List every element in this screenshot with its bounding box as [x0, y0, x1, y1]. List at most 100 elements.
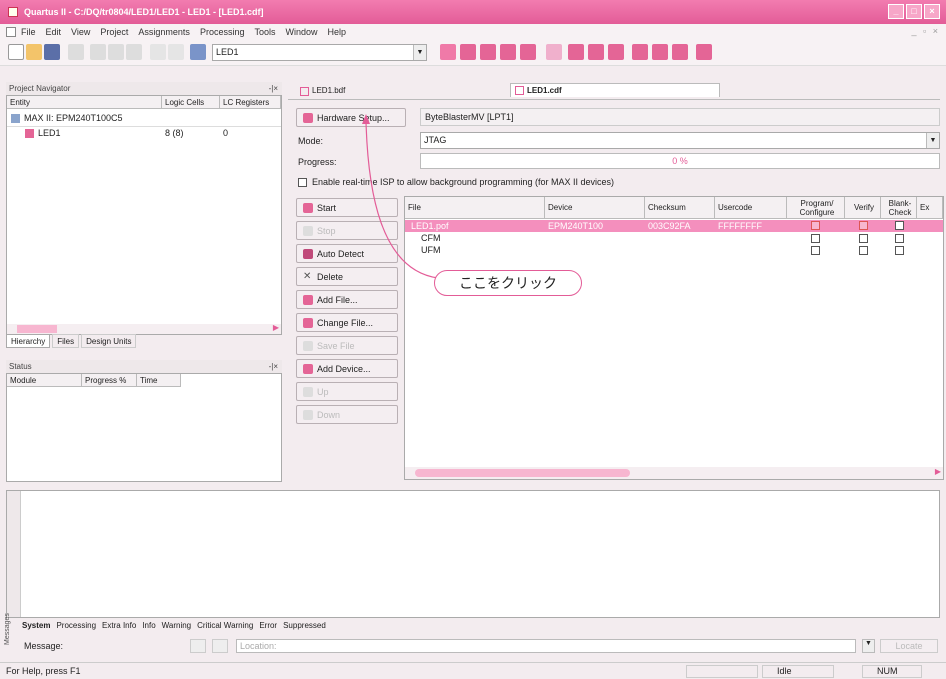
open-icon[interactable] — [26, 44, 42, 60]
tab-warning[interactable]: Warning — [162, 621, 192, 630]
chip-editor-icon[interactable] — [672, 44, 688, 60]
table-row[interactable]: CFM — [405, 233, 943, 244]
menu-tools[interactable]: Tools — [254, 27, 275, 37]
program-checkbox[interactable] — [811, 221, 820, 230]
help-icon[interactable] — [696, 44, 712, 60]
stop-icon[interactable] — [546, 44, 562, 60]
down-button[interactable]: Down — [296, 405, 398, 424]
tab-suppressed[interactable]: Suppressed — [283, 621, 326, 630]
report-icon[interactable] — [632, 44, 648, 60]
maximize-button[interactable]: □ — [906, 4, 922, 19]
ufm-program-checkbox[interactable] — [811, 246, 820, 255]
tab-info[interactable]: Info — [142, 621, 155, 630]
add-file-button[interactable]: Add File... — [296, 290, 398, 309]
menu-help[interactable]: Help — [328, 27, 347, 37]
location-dropdown-icon[interactable]: ▼ — [862, 639, 875, 653]
locate-button[interactable]: Locate — [880, 639, 938, 653]
ufm-blank-checkbox[interactable] — [895, 246, 904, 255]
tab-error[interactable]: Error — [259, 621, 277, 630]
up-button[interactable]: Up — [296, 382, 398, 401]
col-program-configure[interactable]: Program/ Configure — [787, 197, 845, 219]
col-entity[interactable]: Entity — [7, 96, 162, 109]
tab-system[interactable]: System — [22, 621, 50, 630]
redo-icon[interactable] — [168, 44, 184, 60]
next-message-icon[interactable] — [212, 639, 228, 653]
menu-window[interactable]: Window — [285, 27, 317, 37]
status-idle: Idle — [762, 665, 834, 678]
mdi-controls[interactable]: _ ▫ × — [912, 26, 940, 36]
col-time[interactable]: Time — [137, 374, 181, 387]
isp-checkbox[interactable] — [298, 177, 307, 187]
tab-led1-bdf[interactable]: LED1.bdf — [296, 84, 349, 98]
simulator-icon[interactable] — [608, 44, 624, 60]
rtl-viewer-icon[interactable] — [588, 44, 604, 60]
auto-detect-icon — [303, 248, 313, 259]
mode-select[interactable]: JTAG ▼ — [420, 132, 940, 149]
new-icon[interactable] — [8, 44, 24, 60]
nav-hscroll[interactable]: ▶ — [7, 323, 281, 334]
pointer-icon[interactable] — [190, 44, 206, 60]
tab-design-units[interactable]: Design Units — [81, 334, 137, 348]
add-device-button[interactable]: Add Device... — [296, 359, 398, 378]
cfm-verify-checkbox[interactable] — [859, 234, 868, 243]
save-icon[interactable] — [44, 44, 60, 60]
tab-led1-cdf[interactable]: LED1.cdf — [510, 83, 720, 97]
copy-icon[interactable] — [108, 44, 124, 60]
settings-icon[interactable] — [440, 44, 456, 60]
cut-icon[interactable] — [90, 44, 106, 60]
device-name[interactable]: MAX II: EPM240T100C5 — [24, 113, 123, 123]
tab-hierarchy[interactable]: Hierarchy — [6, 334, 51, 348]
col-module[interactable]: Module — [7, 374, 82, 387]
pin-planner-icon[interactable] — [460, 44, 476, 60]
blank-check-checkbox[interactable] — [895, 221, 904, 230]
save-file-button[interactable]: Save File — [296, 336, 398, 355]
col-logic-cells[interactable]: Logic Cells — [162, 96, 220, 109]
analysis-icon[interactable] — [500, 44, 516, 60]
tab-files[interactable]: Files — [52, 334, 80, 348]
cfm-program-checkbox[interactable] — [811, 234, 820, 243]
paste-icon[interactable] — [126, 44, 142, 60]
table-hscroll[interactable]: ▶ — [405, 467, 943, 479]
panel-close-icon[interactable]: -|× — [269, 82, 278, 95]
cdf-file-icon — [515, 86, 524, 95]
col-device[interactable]: Device — [545, 197, 645, 219]
table-row[interactable]: UFM — [405, 245, 943, 256]
col-lc-registers[interactable]: LC Registers — [220, 96, 281, 109]
minimize-button[interactable]: _ — [888, 4, 904, 19]
prev-message-icon[interactable] — [190, 639, 206, 653]
print-icon[interactable] — [68, 44, 84, 60]
message-label: Message: — [24, 641, 64, 651]
col-usercode[interactable]: Usercode — [715, 197, 787, 219]
menu-assignments[interactable]: Assignments — [138, 27, 190, 37]
entity-led1[interactable]: LED1 — [38, 128, 61, 138]
col-blank-check[interactable]: Blank- Check — [881, 197, 917, 219]
close-button[interactable]: × — [924, 4, 940, 19]
timing-icon[interactable] — [520, 44, 536, 60]
col-verify[interactable]: Verify — [845, 197, 881, 219]
tab-processing[interactable]: Processing — [56, 621, 96, 630]
progress-value: 0 % — [672, 156, 688, 166]
programmer-icon[interactable] — [652, 44, 668, 60]
undo-icon[interactable] — [150, 44, 166, 60]
status-close-icon[interactable]: -|× — [269, 360, 278, 373]
tab-extra-info[interactable]: Extra Info — [102, 621, 136, 630]
menu-processing[interactable]: Processing — [200, 27, 245, 37]
change-file-icon — [303, 317, 313, 328]
ufm-verify-checkbox[interactable] — [859, 246, 868, 255]
menu-edit[interactable]: Edit — [46, 27, 62, 37]
compile-icon[interactable] — [480, 44, 496, 60]
project-combo[interactable]: LED1 ▼ — [212, 44, 427, 61]
menu-file[interactable]: File — [21, 27, 36, 37]
location-field[interactable]: Location: — [236, 639, 856, 653]
menu-view[interactable]: View — [71, 27, 90, 37]
col-examine[interactable]: Ex — [917, 197, 943, 219]
tab-critical-warning[interactable]: Critical Warning — [197, 621, 253, 630]
table-row[interactable]: LED1.pof EPM240T100 003C92FA FFFFFFFF — [405, 220, 943, 232]
cfm-blank-checkbox[interactable] — [895, 234, 904, 243]
verify-checkbox[interactable] — [859, 221, 868, 230]
menu-project[interactable]: Project — [100, 27, 128, 37]
col-checksum[interactable]: Checksum — [645, 197, 715, 219]
start-compile-icon[interactable] — [568, 44, 584, 60]
col-progress[interactable]: Progress % — [82, 374, 137, 387]
change-file-button[interactable]: Change File... — [296, 313, 398, 332]
